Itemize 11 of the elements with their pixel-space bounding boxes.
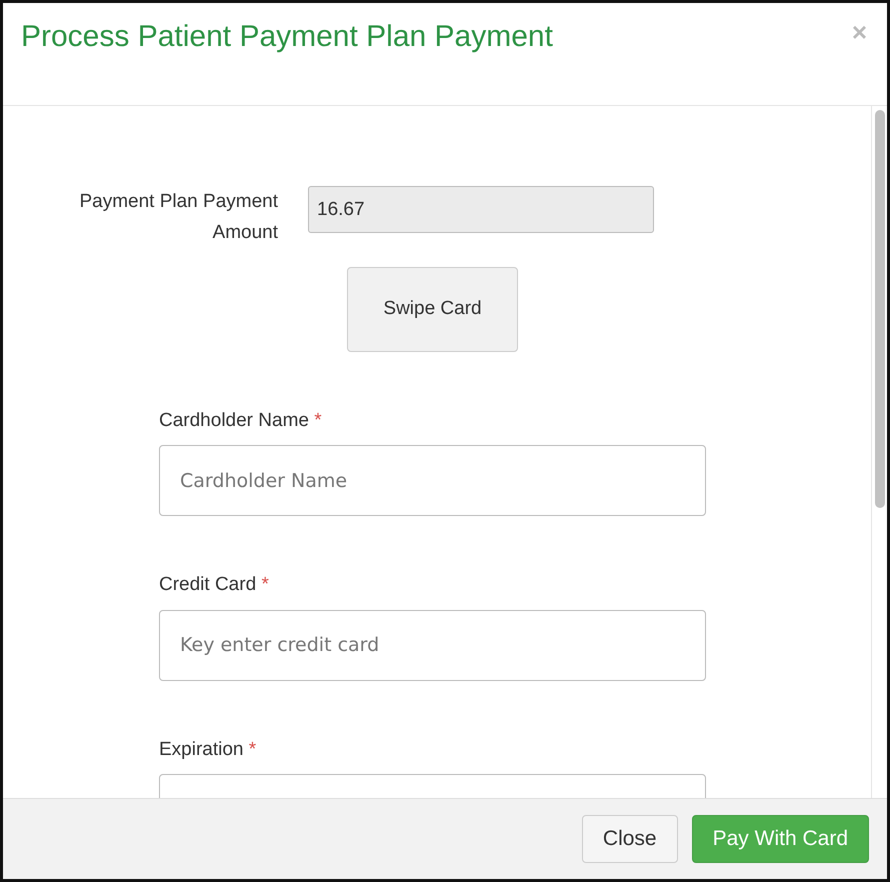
scrollbar[interactable] xyxy=(871,106,887,798)
text-field[interactable]: Cardholder Name xyxy=(159,445,706,516)
text-field[interactable]: Key enter credit card xyxy=(159,610,706,681)
field-label: Expiration * xyxy=(159,738,258,762)
field-label: Cardholder Name * xyxy=(159,408,323,433)
dialog-title: Process Patient Payment Plan Payment xyxy=(21,19,553,55)
field-label: Credit Card * xyxy=(159,573,270,598)
swipe-card-button[interactable]: Swipe Card xyxy=(347,266,518,352)
amount-label: Payment Plan Payment Amount xyxy=(78,190,278,246)
scrollbar-thumb[interactable] xyxy=(875,110,885,508)
close-button[interactable]: Close xyxy=(582,815,678,863)
